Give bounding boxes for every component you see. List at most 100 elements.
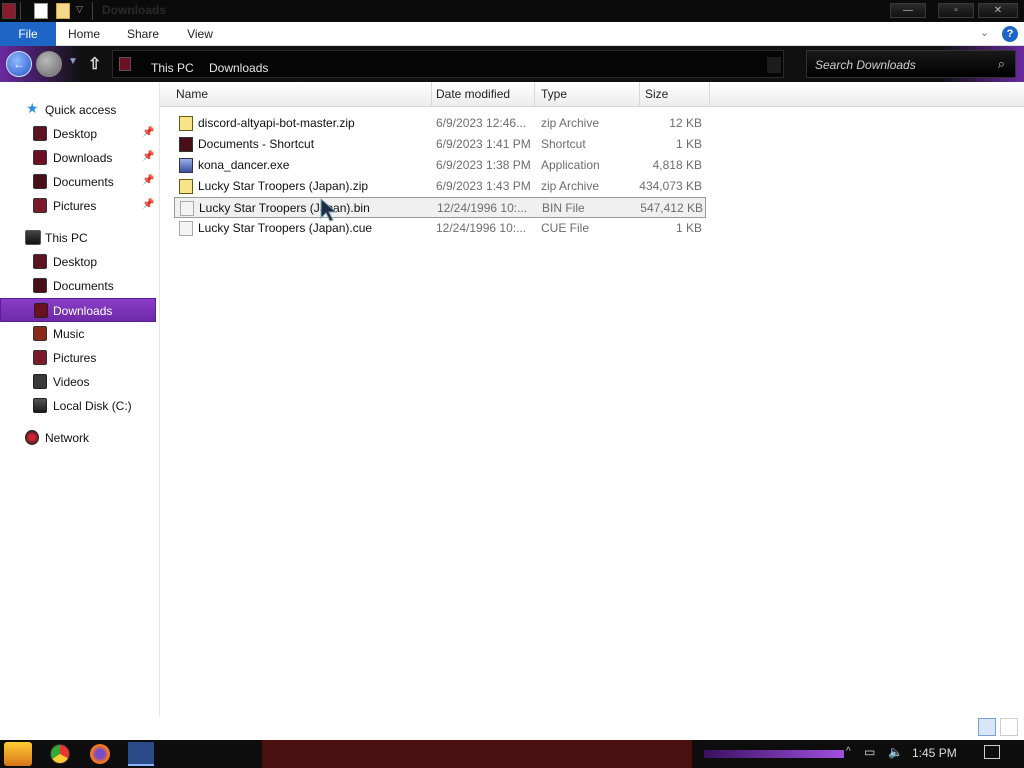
file-size: 434,073 KB [639, 179, 702, 193]
pin-icon[interactable]: 📌 [142, 175, 154, 186]
nav-pc-pictures[interactable]: Pictures [0, 346, 156, 370]
file-row[interactable]: kona_dancer.exe 6/9/2023 1:38 PM Applica… [174, 155, 706, 176]
nav-this-pc[interactable]: This PC [0, 226, 156, 250]
app-icon[interactable] [2, 3, 16, 19]
chrome-icon[interactable] [50, 744, 70, 764]
file-row[interactable]: Documents - Shortcut 6/9/2023 1:41 PM Sh… [174, 134, 706, 155]
details-view-button[interactable] [978, 718, 996, 736]
up-button[interactable]: ⇧ [88, 54, 101, 74]
nav-quick-downloads[interactable]: Downloads 📌 [0, 146, 156, 170]
minimize-button[interactable]: — [890, 3, 926, 18]
file-date: 6/9/2023 1:41 PM [436, 137, 531, 151]
recent-locations-icon[interactable]: ▼ [68, 56, 78, 67]
large-icons-view-button[interactable] [1000, 718, 1018, 736]
maximize-button[interactable]: ▫ [938, 3, 974, 18]
volume-icon[interactable]: 🔈 [888, 745, 903, 759]
file-size: 4,818 KB [652, 158, 702, 172]
forward-button[interactable] [36, 51, 62, 77]
nav-pc-documents[interactable]: Documents [0, 274, 156, 298]
search-icon[interactable]: ⌕ [998, 56, 1005, 72]
notifications-icon[interactable] [984, 745, 1000, 759]
column-size[interactable]: Size [639, 82, 710, 107]
file-row[interactable]: Lucky Star Troopers (Japan).cue 12/24/19… [174, 218, 706, 239]
nav-pc-music[interactable]: Music [0, 322, 156, 346]
nav-label: Downloads [53, 304, 113, 318]
file-type: zip Archive [541, 116, 600, 130]
breadcrumb-this-pc[interactable]: This PC [151, 61, 194, 75]
start-button[interactable] [4, 742, 32, 766]
column-name[interactable]: Name [170, 82, 432, 107]
pin-icon[interactable]: 📌 [142, 151, 154, 162]
customize-toolbar-icon[interactable]: ▽ [76, 4, 83, 15]
nav-quick-access[interactable]: ★ Quick access [0, 98, 156, 122]
pictures-icon [33, 198, 47, 213]
nav-pc-videos[interactable]: Videos [0, 370, 156, 394]
file-icon [180, 201, 194, 216]
file-date: 12/24/1996 10:... [437, 201, 528, 215]
tab-file[interactable]: File [0, 22, 56, 46]
help-icon[interactable]: ? [1002, 26, 1018, 42]
address-history-button[interactable] [767, 57, 781, 73]
pin-icon[interactable]: 📌 [142, 199, 154, 210]
nav-pc-downloads[interactable]: Downloads [0, 298, 156, 322]
nav-label: Quick access [45, 103, 117, 117]
file-row[interactable]: discord-altyapi-bot-master.zip 6/9/2023 … [174, 113, 706, 134]
back-button[interactable]: ← [6, 51, 32, 77]
nav-label: Desktop [53, 255, 98, 269]
nav-network[interactable]: Network [0, 426, 156, 450]
file-type: CUE File [541, 221, 590, 235]
column-header: Name Date modified Type Size [160, 82, 1024, 107]
firefox-icon[interactable] [90, 744, 110, 764]
desktop-icon [33, 254, 47, 269]
network-tray-icon[interactable]: ▭ [864, 745, 875, 759]
nav-quick-documents[interactable]: Documents 📌 [0, 170, 156, 194]
new-folder-icon[interactable] [56, 3, 70, 19]
nav-label: This PC [45, 231, 88, 245]
file-row-selected[interactable]: Lucky Star Troopers (Japan).bin 12/24/19… [174, 197, 706, 218]
close-button[interactable]: ✕ [978, 3, 1018, 18]
music-icon [33, 326, 47, 341]
nav-label: Pictures [53, 199, 97, 213]
properties-icon[interactable] [34, 3, 48, 19]
file-date: 12/24/1996 10:... [436, 221, 527, 235]
nav-pc-desktop[interactable]: Desktop [0, 250, 156, 274]
taskbar-decoration [704, 750, 844, 758]
address-bar[interactable]: This PC Downloads [112, 50, 784, 78]
nav-label: Pictures [53, 351, 97, 365]
nav-label: Downloads [53, 151, 113, 165]
tab-share[interactable]: Share [120, 22, 166, 46]
app-icon [179, 158, 193, 173]
file-size: 1 KB [675, 221, 702, 235]
tray-expand-icon[interactable]: ^ [846, 746, 851, 757]
file-size: 547,412 KB [640, 201, 703, 215]
tab-view[interactable]: View [178, 22, 222, 46]
network-icon [25, 430, 39, 445]
nav-label: Local Disk (C:) [53, 399, 132, 413]
column-date-modified[interactable]: Date modified [430, 82, 535, 107]
computer-icon [25, 230, 41, 245]
file-name: Lucky Star Troopers (Japan).bin [199, 201, 370, 215]
pin-icon[interactable]: 📌 [142, 127, 154, 138]
downloads-location-icon [119, 57, 131, 71]
file-size: 1 KB [675, 137, 702, 151]
tab-home[interactable]: Home [62, 22, 106, 46]
file-row[interactable]: Lucky Star Troopers (Japan).zip 6/9/2023… [174, 176, 706, 197]
drive-icon [33, 398, 47, 413]
file-explorer-taskbar-icon[interactable] [128, 742, 154, 766]
nav-label: Music [53, 327, 85, 341]
ribbon: File Home Share View ⌄ ? [0, 22, 1024, 46]
search-box[interactable]: Search Downloads ⌕ [806, 50, 1016, 78]
videos-icon [33, 374, 47, 389]
column-type[interactable]: Type [535, 82, 640, 107]
nav-quick-pictures[interactable]: Pictures 📌 [0, 194, 156, 218]
taskbar: ^ ▭ 🔈 1:45 PM [0, 740, 1024, 768]
nav-pc-local-disk[interactable]: Local Disk (C:) [0, 394, 156, 418]
nav-quick-desktop[interactable]: Desktop 📌 [0, 122, 156, 146]
window-title: Downloads [102, 3, 167, 17]
title-bar: ▽ Downloads — ▫ ✕ [0, 0, 1024, 22]
taskbar-wallpaper-area [262, 740, 692, 768]
expand-ribbon-icon[interactable]: ⌄ [980, 26, 989, 39]
breadcrumb-downloads[interactable]: Downloads [209, 61, 268, 75]
taskbar-clock[interactable]: 1:45 PM [912, 746, 957, 760]
view-toggle [978, 718, 1020, 736]
